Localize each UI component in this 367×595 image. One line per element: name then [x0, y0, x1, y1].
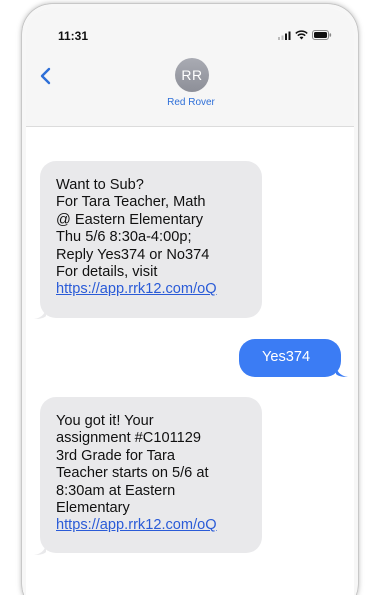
battery-icon — [312, 30, 332, 40]
message-line: 8:30am at Eastern — [56, 482, 176, 499]
status-time: 11:31 — [58, 29, 89, 43]
chevron-left-icon[interactable] — [36, 66, 56, 86]
message-line: 3rd Grade for Tara — [56, 447, 175, 464]
message-line: Want to Sub? — [56, 177, 144, 193]
outgoing-message-bubble[interactable]: Yes374 — [239, 339, 341, 377]
message-line: For details, visit — [56, 264, 158, 281]
status-icons — [278, 30, 332, 40]
incoming-bubble-tail — [34, 542, 46, 555]
message-text: Yes374 — [262, 349, 311, 365]
signal-icon — [278, 31, 291, 40]
message-link[interactable]: https://app.rrk12.com/oQ — [56, 517, 262, 534]
outgoing-bubble-tail — [336, 364, 348, 377]
incoming-message-bubble[interactable]: Want to Sub? For Tara Teacher, Math @ Ea… — [40, 161, 262, 318]
message-line: Thu 5/6 8:30a-4:00p; — [56, 229, 192, 246]
avatar-initials: RR — [181, 67, 203, 83]
contact-name[interactable]: Red Rover — [26, 97, 354, 108]
stage: 11:31 RR Red Rover Want to Sub? For Tara… — [0, 0, 367, 595]
message-line: Teacher starts on 5/6 at — [56, 465, 209, 482]
messages-screen: 11:31 RR Red Rover Want to Sub? For Tara… — [26, 8, 354, 595]
incoming-message-bubble[interactable]: You got it! Your assignment #C101129 3rd… — [40, 397, 262, 553]
message-line: @ Eastern Elementary — [56, 211, 204, 228]
wifi-icon — [295, 30, 308, 40]
message-line: Reply Yes374 or No374 — [56, 246, 210, 263]
avatar[interactable]: RR — [175, 58, 209, 92]
phone-frame: 11:31 RR Red Rover Want to Sub? For Tara… — [22, 4, 358, 595]
message-line: For Tara Teacher, Math — [56, 194, 206, 211]
message-line: You got it! Your — [56, 413, 154, 429]
message-line: Elementary — [56, 500, 130, 517]
message-link[interactable]: https://app.rrk12.com/oQ — [56, 281, 262, 298]
conversation-header: 11:31 RR Red Rover — [26, 8, 354, 127]
message-line: assignment #C101129 — [56, 430, 201, 447]
incoming-bubble-tail — [34, 306, 46, 319]
